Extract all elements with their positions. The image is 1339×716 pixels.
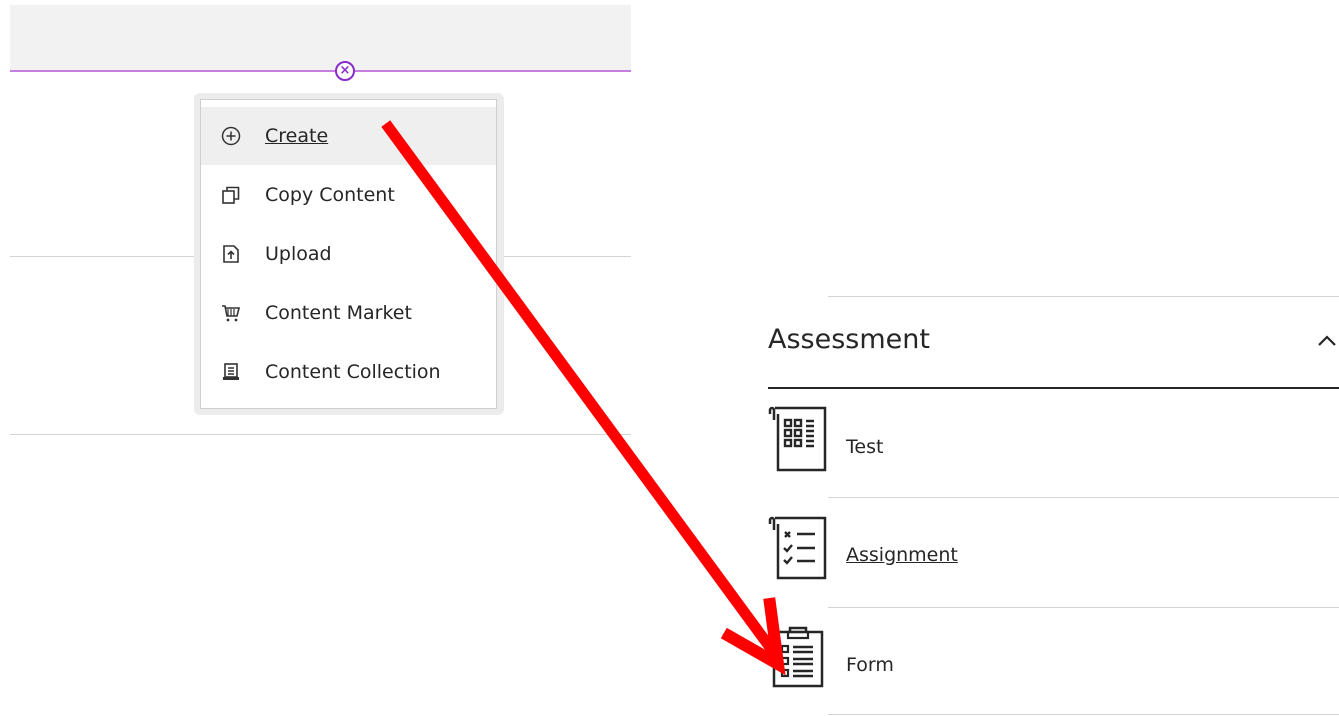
menu-item-label: Content Collection xyxy=(265,361,441,383)
assessment-item-label: Test xyxy=(846,436,884,458)
menu-item-upload[interactable]: Upload xyxy=(201,225,496,283)
menu-item-content-market[interactable]: Content Market xyxy=(201,284,496,342)
panel-divider xyxy=(828,497,1339,498)
assignment-icon xyxy=(768,516,830,582)
assessment-item-assignment[interactable]: Assignment xyxy=(768,516,1339,606)
panel-divider xyxy=(828,296,1339,297)
plus-circle-icon xyxy=(220,125,242,147)
test-icon xyxy=(768,406,830,472)
screenshot-stage: × Create Copy Content Upload Content Mar… xyxy=(0,0,1339,716)
menu-item-create[interactable]: Create xyxy=(201,107,496,165)
assessment-item-label: Assignment xyxy=(846,544,958,566)
assessment-item-label: Form xyxy=(846,654,894,676)
menu-item-label: Upload xyxy=(265,243,332,265)
assessment-heading: Assessment xyxy=(768,324,930,355)
close-circle-icon[interactable]: × xyxy=(335,61,355,81)
menu-item-label: Content Market xyxy=(265,302,412,324)
insert-content-line xyxy=(10,70,631,72)
menu-item-label: Create xyxy=(265,125,329,147)
assessment-item-form[interactable]: Form xyxy=(768,624,1339,714)
menu-item-content-collection[interactable]: Content Collection xyxy=(201,343,496,401)
cart-icon xyxy=(220,302,242,324)
add-content-menu: Create Copy Content Upload Content Marke… xyxy=(200,99,497,409)
assessment-heading-underline xyxy=(768,387,1339,389)
collection-icon xyxy=(220,361,242,383)
panel-divider xyxy=(828,714,1339,715)
upload-icon xyxy=(220,243,242,265)
panel-divider xyxy=(828,607,1339,608)
chevron-up-icon[interactable] xyxy=(1316,330,1338,352)
copy-icon xyxy=(220,184,242,206)
content-header-band xyxy=(10,5,631,71)
menu-item-label: Copy Content xyxy=(265,184,395,206)
assessment-item-test[interactable]: Test xyxy=(768,406,1339,496)
content-divider xyxy=(10,434,631,435)
menu-item-copy-content[interactable]: Copy Content xyxy=(201,166,496,224)
form-icon xyxy=(768,624,830,690)
